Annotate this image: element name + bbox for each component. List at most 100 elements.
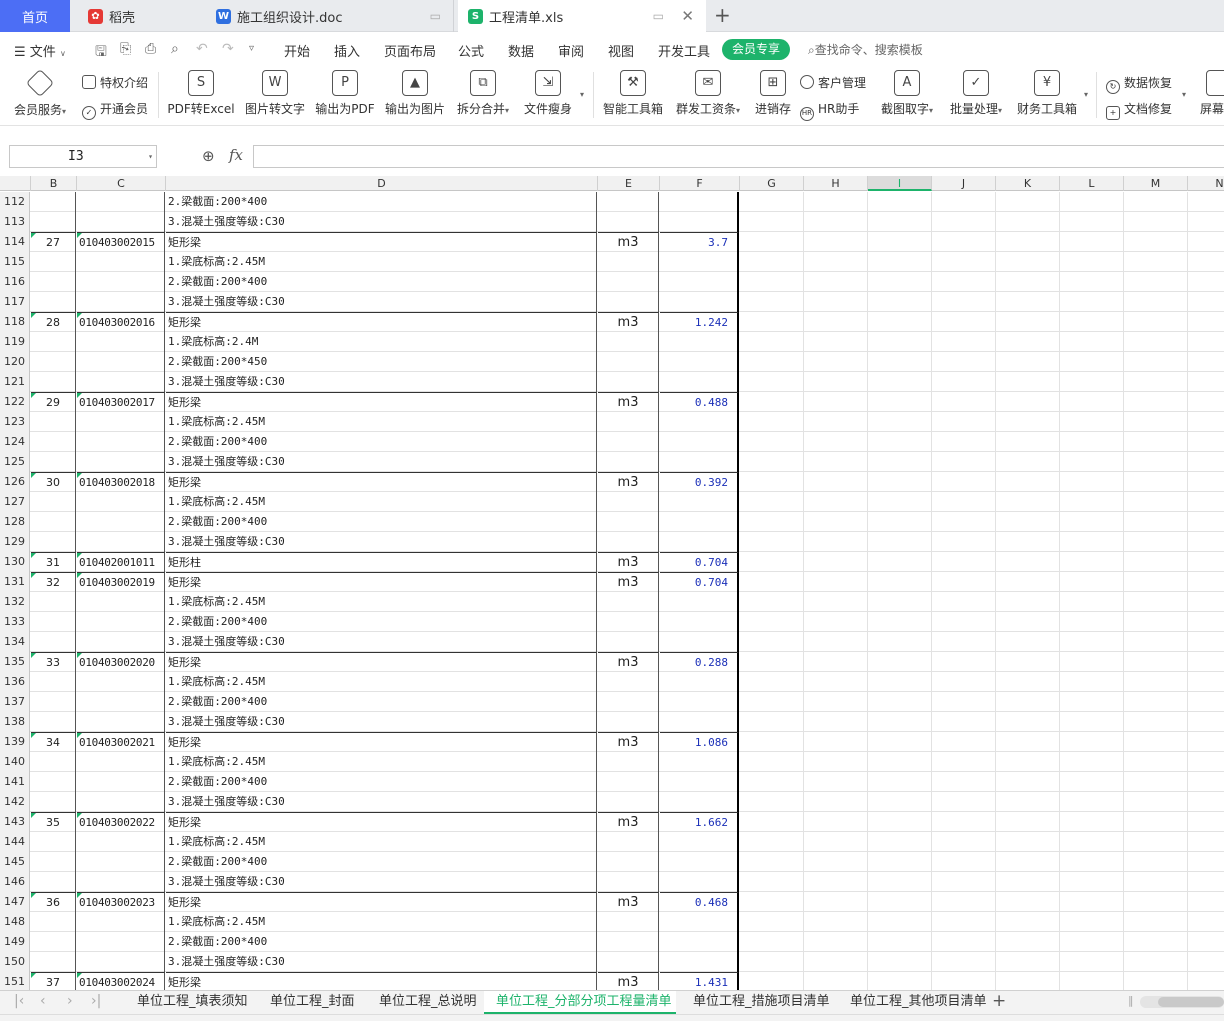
empty-cell[interactable] (868, 632, 932, 652)
open-vip-button[interactable]: ✓ 开通会员 (82, 100, 148, 120)
empty-cell[interactable] (868, 792, 932, 812)
empty-cell[interactable] (932, 692, 996, 712)
cell-seq[interactable]: 34 (31, 732, 76, 752)
row-number[interactable]: 148 (0, 912, 30, 932)
cell-code[interactable]: 010403002019 (77, 572, 165, 592)
row-number[interactable]: 119 (0, 332, 30, 352)
menu-start[interactable]: 开始 (284, 41, 310, 60)
empty-cell[interactable] (932, 612, 996, 632)
row-number[interactable]: 122 (0, 392, 30, 412)
empty-cell[interactable] (1060, 272, 1124, 292)
empty-cell[interactable] (1060, 912, 1124, 932)
cell-seq[interactable] (31, 492, 76, 512)
repair-button[interactable]: + 文档修复 (1106, 100, 1172, 120)
empty-cell[interactable] (804, 912, 868, 932)
cell-description[interactable]: 1.梁底标高:2.45M (166, 672, 597, 692)
empty-cell[interactable] (1060, 572, 1124, 592)
empty-cell[interactable] (868, 392, 932, 412)
menu-insert[interactable]: 插入 (334, 41, 360, 60)
cell-seq[interactable] (31, 192, 76, 212)
row-number[interactable]: 135 (0, 652, 30, 672)
row-number[interactable]: 114 (0, 232, 30, 252)
empty-cell[interactable] (1124, 632, 1188, 652)
empty-cell[interactable] (740, 192, 804, 212)
empty-cell[interactable] (868, 612, 932, 632)
cell-code[interactable] (77, 792, 165, 812)
cell-description[interactable]: 1.梁底标高:2.45M (166, 912, 597, 932)
empty-cell[interactable] (932, 572, 996, 592)
empty-cell[interactable] (1124, 292, 1188, 312)
row-number[interactable]: 145 (0, 852, 30, 872)
cell-quantity[interactable] (660, 212, 739, 232)
cell-unit[interactable] (598, 432, 659, 452)
empty-cell[interactable] (804, 732, 868, 752)
empty-cell[interactable] (1060, 672, 1124, 692)
cell-code[interactable] (77, 252, 165, 272)
tab-xls[interactable]: S 工程清单.xls ▭ ✕ (458, 0, 706, 32)
empty-cell[interactable] (1124, 872, 1188, 892)
row-number[interactable]: 121 (0, 372, 30, 392)
empty-cell[interactable] (868, 672, 932, 692)
cell-quantity[interactable] (660, 612, 739, 632)
column-header-k[interactable]: K (996, 176, 1060, 191)
cell-description[interactable]: 1.梁底标高:2.45M (166, 412, 597, 432)
spreadsheet-grid[interactable]: B C D E F G H I J K L M N 112 2.梁截面:200*4… (0, 176, 1224, 990)
empty-cell[interactable] (868, 952, 932, 972)
cell-unit[interactable] (598, 632, 659, 652)
row-number[interactable]: 125 (0, 452, 30, 472)
row-number[interactable]: 150 (0, 952, 30, 972)
empty-cell[interactable] (1060, 872, 1124, 892)
empty-cell[interactable] (804, 512, 868, 532)
column-header-c[interactable]: C (77, 176, 166, 191)
empty-cell[interactable] (804, 612, 868, 632)
cell-description[interactable]: 矩形梁 (166, 572, 597, 592)
cell-quantity[interactable] (660, 432, 739, 452)
empty-cell[interactable] (804, 272, 868, 292)
empty-cell[interactable] (804, 332, 868, 352)
preview-icon[interactable]: ⌕ (171, 41, 179, 57)
cell-unit[interactable] (598, 592, 659, 612)
empty-cell[interactable] (1060, 732, 1124, 752)
empty-cell[interactable] (1124, 272, 1188, 292)
empty-cell[interactable] (804, 852, 868, 872)
cell-code[interactable] (77, 852, 165, 872)
empty-cell[interactable] (996, 812, 1060, 832)
row-number[interactable]: 138 (0, 712, 30, 732)
cell-unit[interactable] (598, 612, 659, 632)
empty-cell[interactable] (996, 452, 1060, 472)
column-header-j[interactable]: J (932, 176, 996, 191)
empty-cell[interactable] (1124, 792, 1188, 812)
empty-cell[interactable] (1124, 192, 1188, 212)
cell-quantity[interactable]: 0.468 (660, 892, 739, 912)
cell-seq[interactable] (31, 212, 76, 232)
cell-code[interactable] (77, 412, 165, 432)
empty-cell[interactable] (740, 832, 804, 852)
cell-unit[interactable] (598, 452, 659, 472)
empty-cell[interactable] (1124, 432, 1188, 452)
row-number[interactable]: 129 (0, 532, 30, 552)
ocr-button[interactable]: A 截图取字▾ (877, 70, 937, 117)
cell-code[interactable] (77, 912, 165, 932)
empty-cell[interactable] (1188, 852, 1224, 872)
cell-quantity[interactable] (660, 692, 739, 712)
cell-seq[interactable] (31, 512, 76, 532)
empty-cell[interactable] (932, 872, 996, 892)
cell-unit[interactable]: m3 (598, 312, 659, 332)
sheet-tab-bill-of-quantities[interactable]: 单位工程_分部分项工程量清单 (484, 991, 676, 1014)
cell-quantity[interactable]: 0.288 (660, 652, 739, 672)
name-box[interactable]: I3 ▾ (9, 145, 157, 168)
empty-cell[interactable] (740, 312, 804, 332)
cell-unit[interactable]: m3 (598, 652, 659, 672)
cell-description[interactable]: 3.混凝土强度等级:C30 (166, 632, 597, 652)
empty-cell[interactable] (1124, 532, 1188, 552)
empty-cell[interactable] (1188, 652, 1224, 672)
empty-cell[interactable] (1124, 232, 1188, 252)
cell-quantity[interactable] (660, 952, 739, 972)
empty-cell[interactable] (1124, 972, 1188, 990)
empty-cell[interactable] (932, 912, 996, 932)
cell-unit[interactable] (598, 532, 659, 552)
empty-cell[interactable] (1060, 472, 1124, 492)
empty-cell[interactable] (996, 272, 1060, 292)
empty-cell[interactable] (740, 952, 804, 972)
cell-description[interactable]: 2.梁截面:200*400 (166, 772, 597, 792)
